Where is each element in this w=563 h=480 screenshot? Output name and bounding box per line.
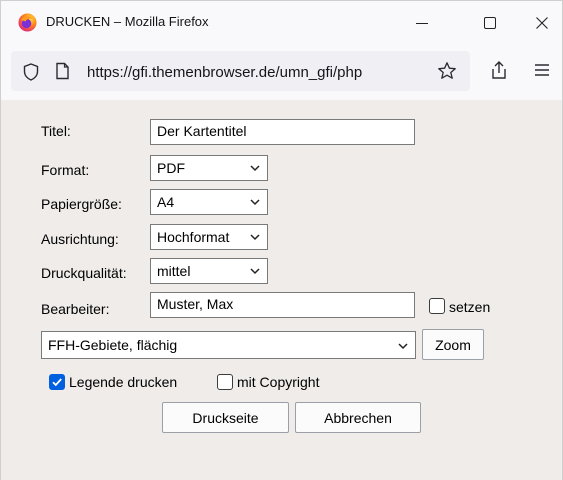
maximize-icon (484, 16, 496, 29)
copyright-checkbox[interactable] (217, 374, 233, 390)
chevron-down-icon (250, 199, 260, 206)
print-form: Titel: Der Kartentitel Format: PDF Papie… (1, 100, 562, 480)
set-checkbox[interactable] (429, 298, 445, 314)
maximize-button[interactable] (467, 1, 513, 44)
menu-icon[interactable] (534, 63, 550, 80)
page-icon[interactable] (55, 62, 70, 83)
cancel-button[interactable]: Abbrechen (295, 402, 421, 433)
title-input[interactable]: Der Kartentitel (150, 119, 415, 145)
paper-size-value: A4 (157, 194, 175, 210)
layer-value: FFH-Gebiete, flächig (48, 337, 178, 353)
print-quality-label: Druckqualität: (41, 265, 127, 281)
close-button[interactable] (519, 1, 563, 44)
paper-size-select[interactable]: A4 (150, 189, 268, 215)
set-label[interactable]: setzen (449, 299, 490, 315)
checkmark-icon (52, 378, 62, 387)
chevron-down-icon (250, 234, 260, 241)
format-select[interactable]: PDF (150, 155, 268, 181)
copyright-label[interactable]: mit Copyright (237, 374, 319, 390)
url-text[interactable]: https://gfi.themenbrowser.de/umn_gfi/php (87, 64, 362, 81)
shield-icon[interactable] (23, 63, 39, 84)
chevron-down-icon (250, 268, 260, 275)
title-label: Titel: (41, 123, 71, 139)
format-label: Format: (41, 162, 90, 178)
browser-window: DRUCKEN – Mozilla Firefox https://gfi.th… (0, 0, 563, 480)
orientation-select[interactable]: Hochformat (150, 224, 268, 250)
star-icon[interactable] (437, 61, 457, 84)
firefox-logo-icon (18, 13, 37, 32)
minimize-button[interactable] (399, 1, 445, 44)
legend-label[interactable]: Legende drucken (69, 374, 177, 390)
legend-checkbox[interactable] (49, 374, 65, 390)
format-value: PDF (157, 160, 185, 176)
zoom-button[interactable]: Zoom (422, 329, 484, 360)
orientation-value: Hochformat (157, 229, 230, 245)
print-quality-select[interactable]: mittel (150, 258, 268, 284)
orientation-label: Ausrichtung: (41, 231, 119, 247)
editor-label: Bearbeiter: (41, 301, 110, 317)
close-icon (536, 16, 548, 29)
chevron-down-icon (250, 165, 260, 172)
url-bar: https://gfi.themenbrowser.de/umn_gfi/php (1, 44, 562, 100)
minimize-icon (416, 22, 428, 24)
print-quality-value: mittel (157, 263, 191, 279)
share-icon[interactable] (490, 60, 508, 83)
editor-input[interactable]: Muster, Max (150, 292, 415, 318)
title-bar: DRUCKEN – Mozilla Firefox (1, 1, 562, 44)
window-title: DRUCKEN – Mozilla Firefox (46, 14, 209, 29)
layer-select[interactable]: FFH-Gebiete, flächig (41, 331, 416, 359)
chevron-down-icon (398, 343, 408, 350)
print-page-button[interactable]: Druckseite (162, 402, 289, 433)
paper-size-label: Papiergröße: (41, 196, 122, 212)
